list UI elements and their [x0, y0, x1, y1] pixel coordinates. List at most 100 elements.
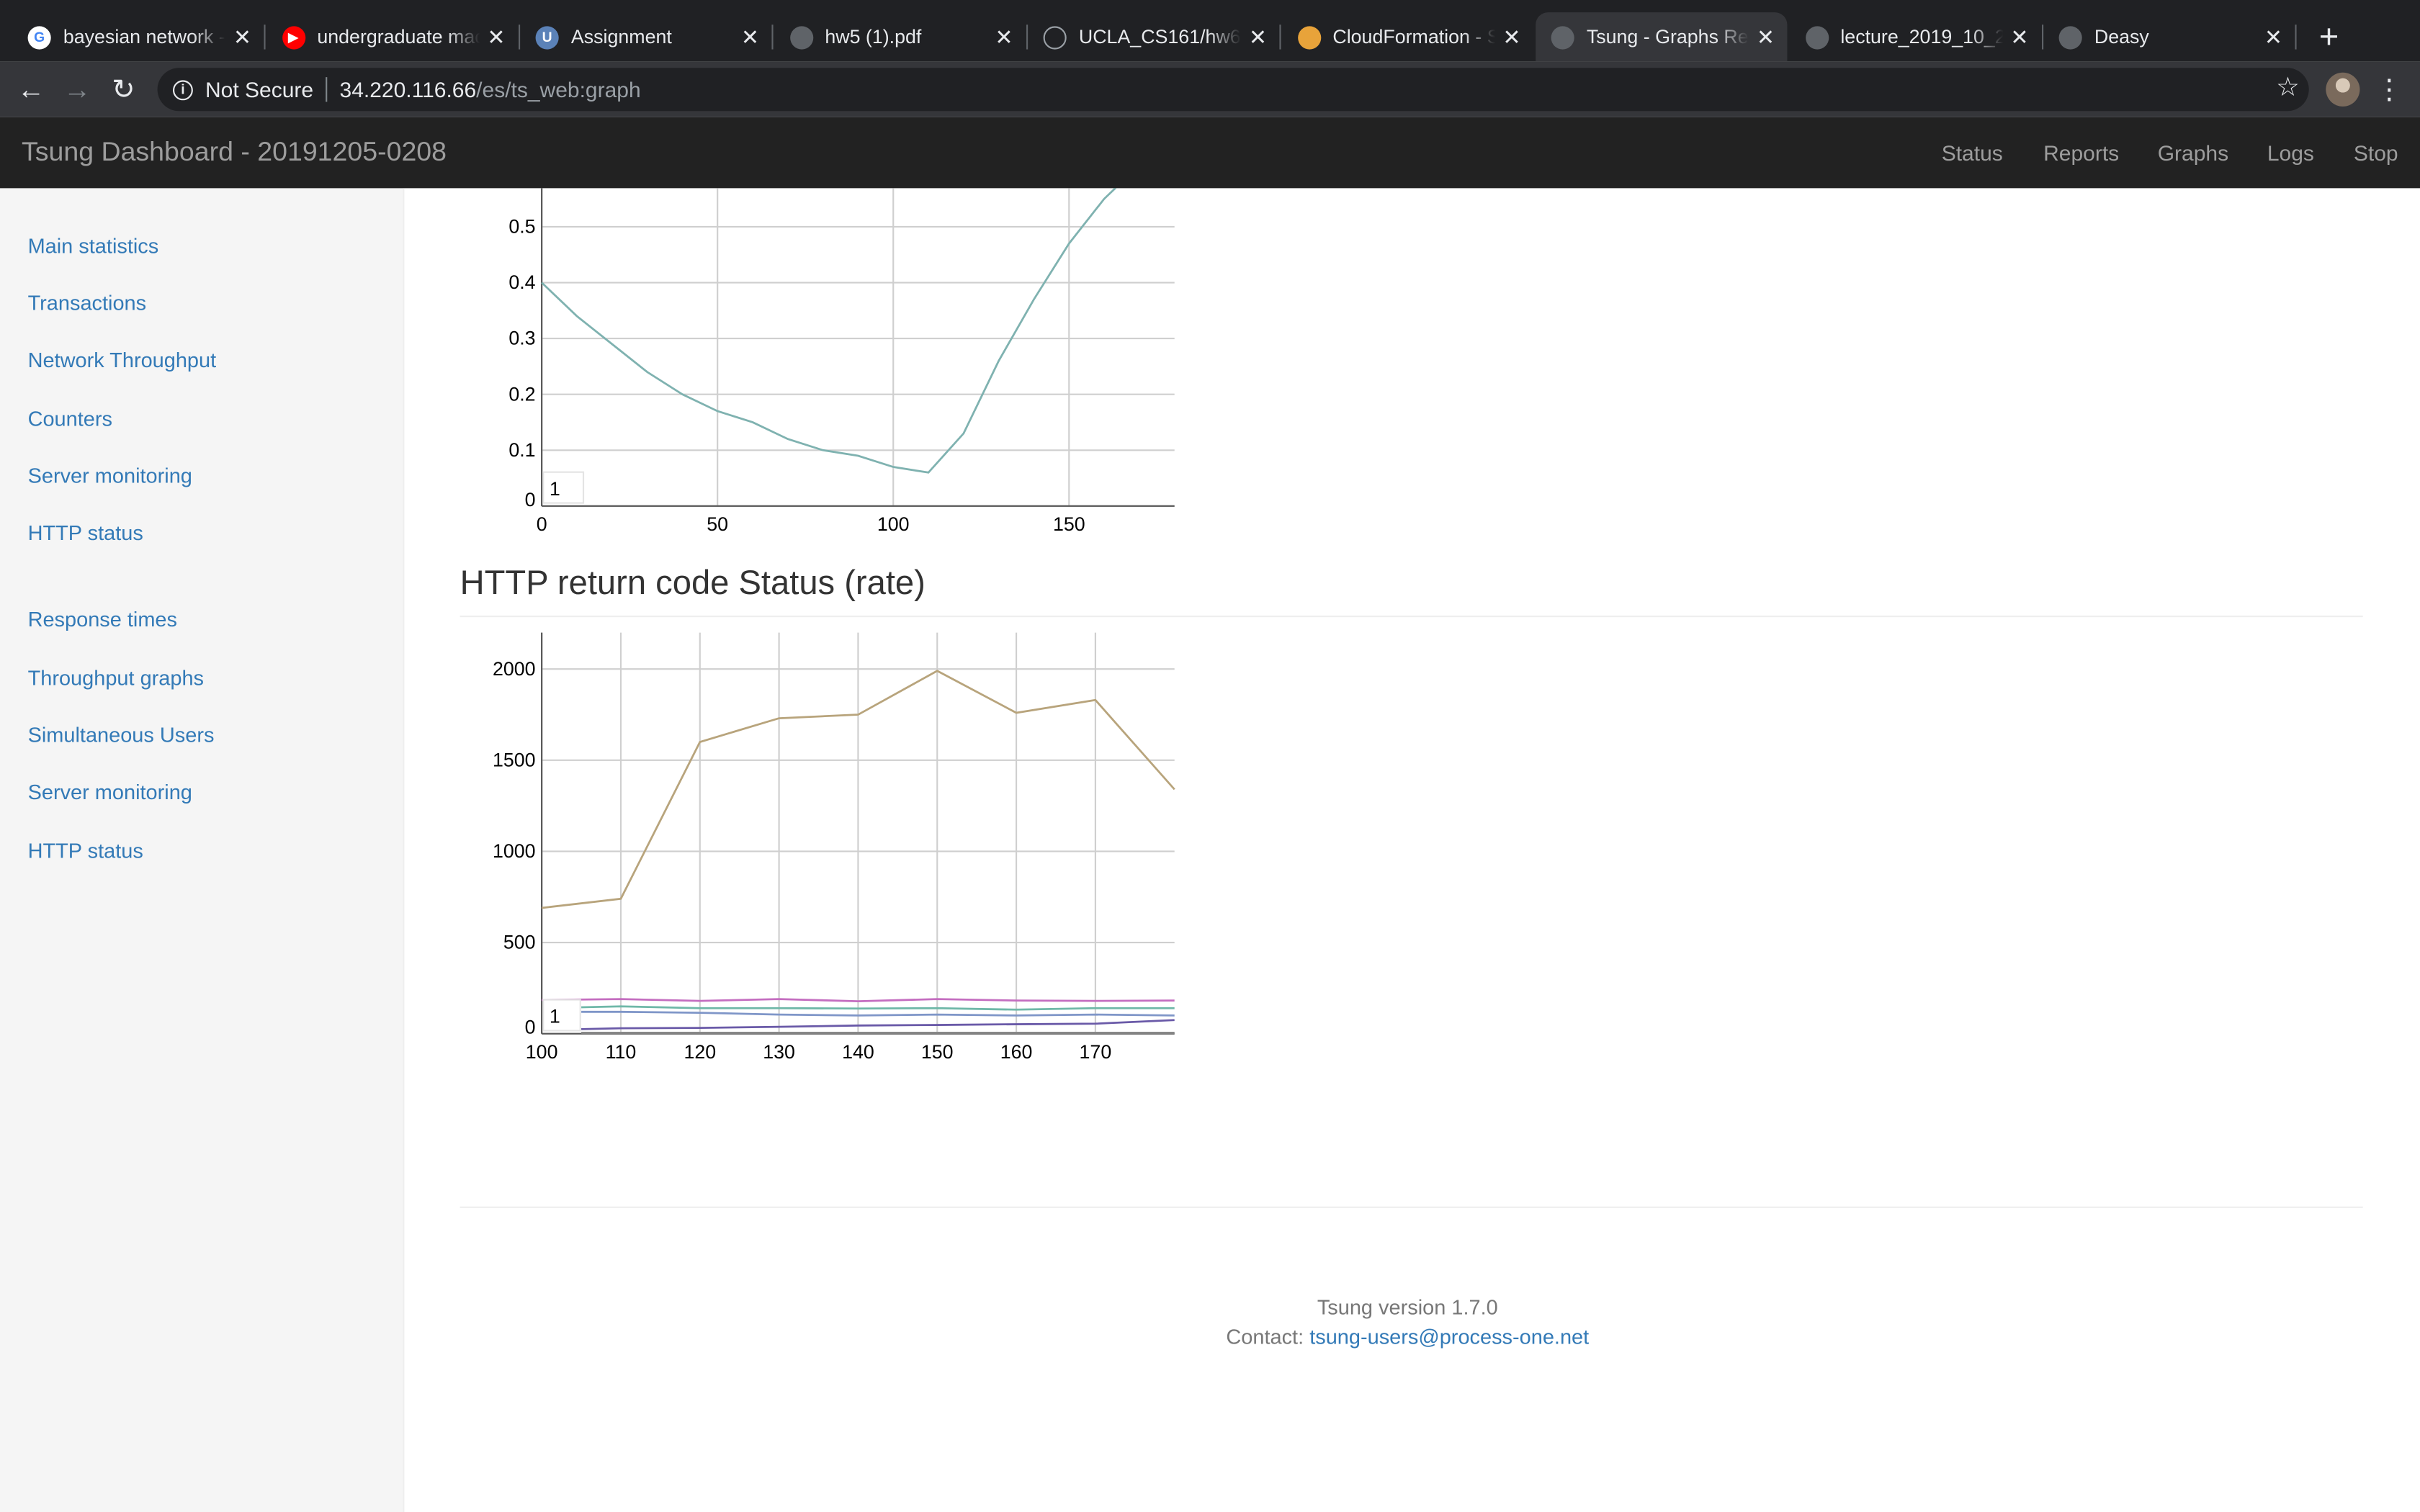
- browser-tab[interactable]: UCLA_CS161/hw6.pd✕: [1028, 12, 1281, 62]
- close-tab-icon[interactable]: ✕: [2258, 22, 2289, 53]
- google-icon: G: [27, 25, 51, 49]
- series-line: [581, 1010, 1175, 1017]
- footer-contact-email[interactable]: tsung-users@process-one.net: [1309, 1326, 1589, 1349]
- globe-icon: [1805, 25, 1829, 49]
- series-line: [581, 1005, 1175, 1011]
- sidebar-link-counters[interactable]: Counters: [28, 408, 112, 431]
- x-tick-label: 100: [877, 513, 910, 535]
- browser-tab[interactable]: CloudFormation - St ✕: [1282, 12, 1533, 62]
- reload-icon[interactable]: ↻: [105, 71, 142, 108]
- sidebar-link-http-status-2[interactable]: HTTP status: [28, 840, 143, 863]
- address-bar[interactable]: i Not Secure 34.220.116.66/es/ts_web:gra…: [157, 68, 2309, 112]
- x-tick-label: 140: [842, 1041, 874, 1063]
- new-tab-icon[interactable]: +: [2311, 17, 2347, 56]
- close-tab-icon[interactable]: ✕: [481, 22, 512, 53]
- info-icon[interactable]: i: [173, 79, 193, 100]
- sidebar-link-response-times[interactable]: Response times: [28, 608, 177, 631]
- x-tick-label: 100: [526, 1041, 558, 1063]
- nav-logs[interactable]: Logs: [2267, 140, 2314, 165]
- omnibox-separator: [326, 77, 328, 102]
- close-tab-icon[interactable]: ✕: [1750, 22, 1781, 53]
- x-tick-label: 50: [707, 513, 728, 535]
- forward-arrow-icon[interactable]: →: [58, 71, 95, 108]
- x-tick-label: 170: [1080, 1041, 1112, 1063]
- github-icon: [1043, 25, 1067, 49]
- x-tick-label: 120: [684, 1041, 716, 1063]
- tab-label: Tsung - Graphs Rep: [1586, 26, 1749, 48]
- aws-box-icon: [1297, 25, 1321, 49]
- tab-label: CloudFormation - St: [1332, 26, 1495, 48]
- tab-label: UCLA_CS161/hw6.pd: [1078, 26, 1241, 48]
- youtube-icon: ▶: [282, 25, 305, 49]
- bookmark-star-icon[interactable]: ☆: [2276, 73, 2300, 104]
- sidebar-link-simultaneous-users[interactable]: Simultaneous Users: [28, 724, 215, 747]
- profile-avatar[interactable]: [2326, 72, 2360, 107]
- url-path: /es/ts_web:graph: [476, 77, 641, 102]
- browser-tab[interactable]: Deasy ✕: [2043, 12, 2297, 62]
- tab-label: hw5 (1).pdf: [825, 26, 922, 48]
- footer-version: Tsung version 1.7.0: [1317, 1296, 1498, 1320]
- dashboard-brand[interactable]: Tsung Dashboard - 20191205-0208: [22, 136, 447, 168]
- section-title: HTTP return code Status (rate): [460, 563, 926, 602]
- footer-divider: [460, 1206, 2363, 1208]
- close-tab-icon[interactable]: ✕: [227, 22, 258, 53]
- x-tick-label: 160: [1000, 1041, 1033, 1063]
- y-tick-label: 1500: [493, 749, 536, 770]
- browser-toolbar: ← → ↻ i Not Secure 34.220.116.66/es/ts_w…: [0, 61, 2420, 117]
- sidebar-link-throughput-graphs[interactable]: Throughput graphs: [28, 667, 204, 690]
- tab-strip: Gbayesian network - G✕▶undergraduate mac…: [0, 0, 2420, 62]
- y-tick-label: 0: [525, 1017, 536, 1038]
- x-tick-label: 110: [606, 1041, 637, 1063]
- x-tick-label: 130: [763, 1041, 795, 1063]
- tab-label: lecture_2019_10_24.: [1840, 26, 2002, 48]
- y-tick-label: 500: [503, 932, 536, 953]
- url-host: 34.220.116.66: [339, 77, 477, 102]
- sidebar-link-http-status[interactable]: HTTP status: [28, 521, 143, 544]
- nav-stop[interactable]: Stop: [2354, 140, 2398, 165]
- globe-icon: [2058, 25, 2082, 49]
- browser-tab[interactable]: hw5 (1).pdf ✕: [774, 12, 1028, 62]
- browser-tab[interactable]: ▶ undergraduate mach ✕: [266, 12, 520, 62]
- x-tick-label: 0: [537, 513, 547, 535]
- nav-graphs[interactable]: Graphs: [2158, 140, 2228, 165]
- y-tick-label: 0.3: [508, 328, 535, 349]
- close-tab-icon[interactable]: ✕: [1242, 22, 1273, 53]
- globe-icon: [789, 25, 813, 49]
- sidebar-link-network-throughput[interactable]: Network Throughput: [28, 348, 217, 372]
- sidebar-link-server-monitoring[interactable]: Server monitoring: [28, 464, 192, 487]
- tab-label: Assignment: [570, 26, 672, 48]
- legend-label: 1: [550, 478, 560, 500]
- tab-label: undergraduate mach: [317, 26, 480, 48]
- nav-reports[interactable]: Reports: [2043, 140, 2119, 165]
- y-tick-label: 0.2: [508, 383, 535, 405]
- tab-separator: [517, 24, 520, 50]
- sidebar: Main statistics Transactions Network Thr…: [0, 188, 405, 1512]
- y-tick-label: 2000: [493, 658, 536, 680]
- nav-status[interactable]: Status: [1942, 140, 2003, 165]
- tab-separator: [1279, 24, 1281, 50]
- tab-label: bayesian network - G: [63, 26, 225, 48]
- security-label: Not Secure: [205, 77, 314, 102]
- close-tab-icon[interactable]: ✕: [2004, 22, 2035, 53]
- y-tick-label: 1000: [493, 840, 536, 862]
- browser-tab[interactable]: Gbayesian network - G✕: [12, 12, 266, 62]
- tab-label: Deasy: [2094, 26, 2149, 48]
- tab-separator: [1025, 24, 1028, 50]
- sidebar-link-server-monitoring-2[interactable]: Server monitoring: [28, 780, 192, 804]
- y-tick-label: 0: [525, 489, 536, 510]
- dashboard-navbar: Tsung Dashboard - 20191205-0208 Status R…: [0, 117, 2420, 189]
- series-line: [581, 1019, 1175, 1030]
- sidebar-link-main-statistics[interactable]: Main statistics: [28, 235, 159, 258]
- browser-tab[interactable]: Tsung - Graphs Rep ✕: [1536, 12, 1788, 62]
- close-tab-icon[interactable]: ✕: [1497, 22, 1528, 53]
- sidebar-link-transactions[interactable]: Transactions: [28, 292, 147, 315]
- tab-separator: [2040, 24, 2043, 50]
- browser-tab[interactable]: U Assignment ✕: [520, 12, 774, 62]
- close-tab-icon[interactable]: ✕: [735, 22, 766, 53]
- y-tick-label: 0.4: [508, 271, 535, 293]
- browser-tab[interactable]: lecture_2019_10_24.✕: [1790, 12, 2043, 62]
- close-tab-icon[interactable]: ✕: [989, 22, 1020, 53]
- footer-contact: Contact: tsung-users@process-one.net: [404, 1326, 2411, 1349]
- back-arrow-icon[interactable]: ←: [12, 71, 49, 108]
- kebab-menu-icon[interactable]: ⋮: [2374, 73, 2405, 107]
